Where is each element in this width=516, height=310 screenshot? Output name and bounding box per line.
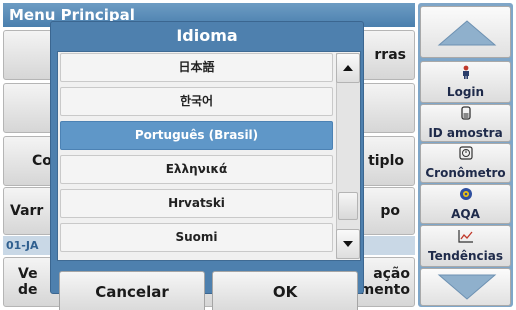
- menu-button-row4-right-label: po: [380, 203, 400, 219]
- menu-button-bottom-left-line1: Ve: [18, 266, 38, 282]
- down-arrow-icon: [437, 274, 497, 300]
- ok-button-label: OK: [272, 283, 298, 301]
- language-option[interactable]: Ελληνικά: [60, 155, 333, 184]
- language-option[interactable]: 한국어: [60, 87, 333, 116]
- scroll-up-button[interactable]: [420, 6, 511, 58]
- language-list: 日本語 한국어 Português (Brasil) Ελληνικά Hrva…: [57, 51, 361, 261]
- language-option-label: Português (Brasil): [134, 128, 259, 142]
- language-option-selected[interactable]: Português (Brasil): [60, 121, 333, 150]
- cancel-button[interactable]: Cancelar: [59, 271, 205, 310]
- dialog-title: Idioma: [176, 26, 238, 45]
- menu-button-row4-left-label: Varr: [10, 203, 44, 219]
- caret-down-icon: [343, 241, 353, 247]
- language-option[interactable]: Hrvatski: [60, 189, 333, 218]
- trends-label: Tendências: [427, 249, 503, 263]
- scroll-down-button[interactable]: [420, 268, 511, 306]
- aqa-label: AQA: [451, 207, 480, 221]
- login-button[interactable]: Login: [420, 61, 511, 103]
- timer-button[interactable]: Cronômetro: [420, 143, 511, 183]
- cancel-button-label: Cancelar: [95, 283, 169, 301]
- sample-id-button[interactable]: ID amostra: [420, 104, 511, 142]
- caret-up-icon: [343, 65, 353, 71]
- menu-button-row3-left-label: Co: [32, 153, 52, 169]
- language-option[interactable]: Suomi: [60, 223, 333, 252]
- menu-button-bottom-right-line1: ação: [373, 266, 410, 282]
- trend-chart-icon: [457, 229, 474, 247]
- list-scroll-down-button[interactable]: [336, 229, 360, 259]
- list-scroll-up-button[interactable]: [336, 53, 360, 83]
- menu-button-bottom-right-line2: mento: [359, 282, 410, 298]
- menu-button-top-right-label: rras: [374, 47, 406, 63]
- person-icon: [460, 65, 472, 83]
- timer-icon: [458, 146, 473, 164]
- status-date: 01-JA: [6, 239, 39, 252]
- language-option[interactable]: 日本語: [60, 53, 333, 82]
- language-dialog: Idioma 日本語 한국어 Português (Brasil) Ελληνι…: [50, 21, 364, 310]
- trends-button[interactable]: Tendências: [420, 225, 511, 267]
- sample-vial-icon: [460, 106, 472, 124]
- language-option-label: 日本語: [178, 60, 215, 74]
- menu-button-bottom-left-line2: de: [18, 282, 38, 298]
- scrollbar-thumb[interactable]: [338, 192, 358, 220]
- timer-label: Cronômetro: [425, 166, 506, 180]
- menu-button-row3-right-label: tiplo: [368, 153, 404, 169]
- login-label: Login: [446, 85, 485, 99]
- language-option-label: Suomi: [175, 230, 218, 244]
- sample-id-label: ID amostra: [428, 126, 503, 140]
- aqa-icon: [459, 187, 473, 205]
- language-option-label: 한국어: [179, 94, 214, 108]
- up-arrow-icon: [437, 20, 497, 46]
- aqa-button[interactable]: AQA: [420, 184, 511, 224]
- language-option-label: Ελληνικά: [165, 162, 228, 176]
- ok-button[interactable]: OK: [212, 271, 358, 310]
- language-option-label: Hrvatski: [168, 196, 225, 210]
